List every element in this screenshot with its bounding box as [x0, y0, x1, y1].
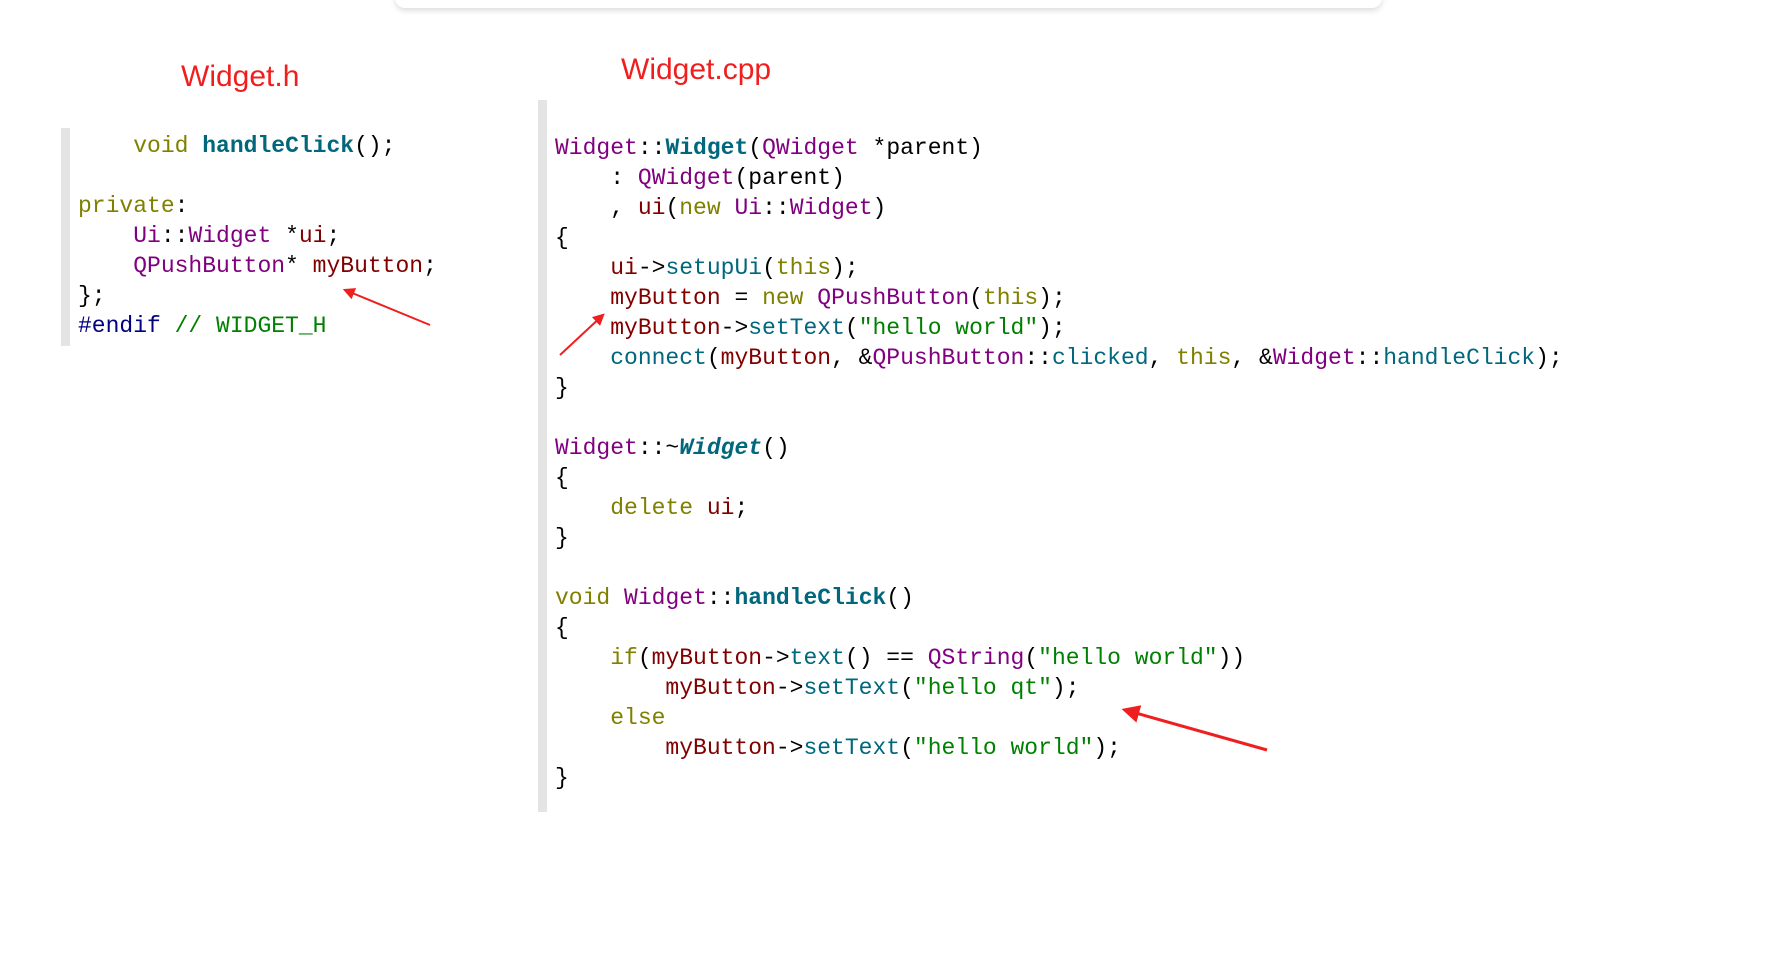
annotation-arrow-mybutton-declaration: [342, 288, 431, 326]
annotation-arrow-settext-call: [559, 313, 605, 356]
annotation-overlay: [342, 288, 1268, 752]
annotation-arrow-handleclick-toggle: [1121, 705, 1268, 752]
